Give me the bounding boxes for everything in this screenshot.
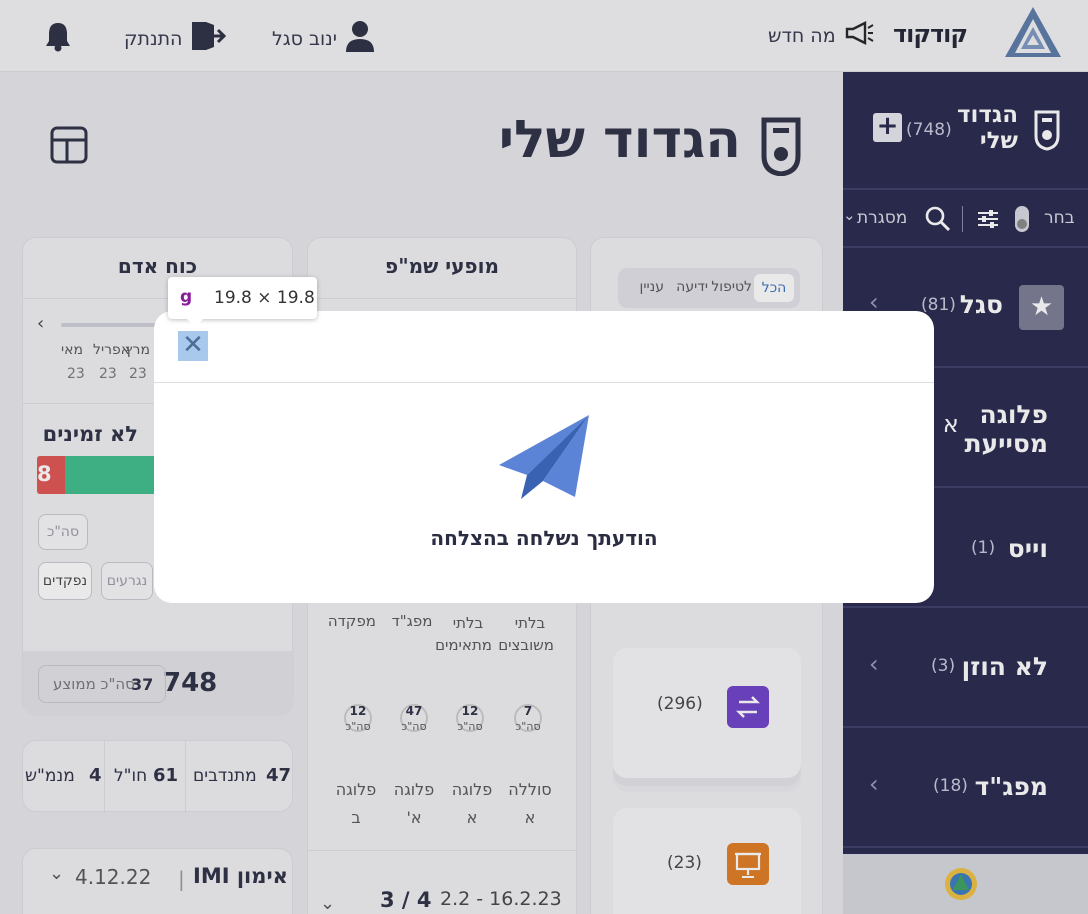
paper-plane-icon: [499, 413, 589, 505]
success-modal: ✕ הודעתך נשלחה בהצלחה: [154, 311, 934, 603]
modal-divider: [154, 382, 934, 383]
tooltip-arrow: [186, 318, 204, 327]
tooltip-dimensions: 19.8 × 19.8: [214, 288, 315, 308]
close-button[interactable]: ✕: [178, 331, 208, 361]
inspector-tooltip: g 19.8 × 19.8: [168, 277, 317, 319]
tooltip-tag: g: [180, 287, 193, 307]
success-message: הודעתך נשלחה בהצלחה: [430, 526, 658, 550]
